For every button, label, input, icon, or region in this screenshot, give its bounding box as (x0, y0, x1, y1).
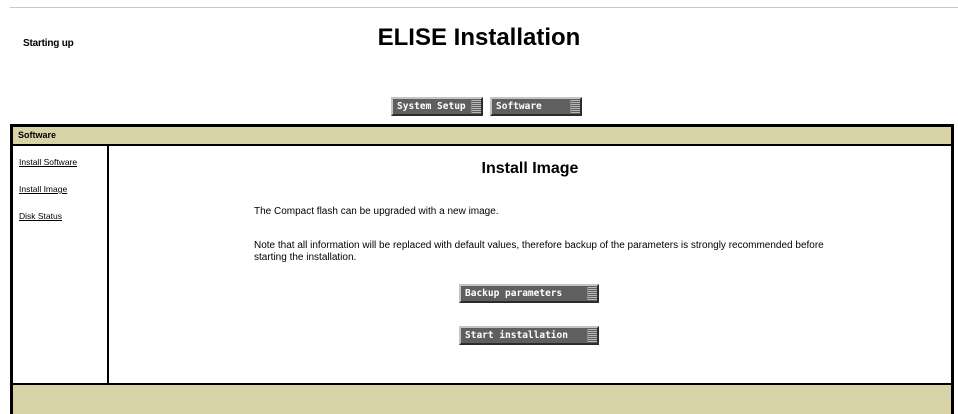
button-grip-icon (570, 100, 580, 113)
software-panel: Software Install Software Install Image … (10, 124, 954, 414)
sidebar-item-install-image[interactable]: Install Image (19, 184, 107, 194)
main-content: Install Image The Compact flash can be u… (109, 146, 951, 383)
section-title: Software (13, 127, 951, 146)
backup-warning: Note that all information will be replac… (254, 240, 824, 263)
button-grip-icon (587, 287, 597, 300)
sidebar-item-disk-status[interactable]: Disk Status (19, 211, 107, 221)
button-grip-icon (587, 329, 597, 342)
software-button-label: Software (496, 101, 542, 112)
button-grip-icon (471, 100, 481, 113)
start-installation-button[interactable]: Start installation (459, 326, 599, 345)
software-button[interactable]: Software (490, 97, 582, 116)
sidebar-item-install-software[interactable]: Install Software (19, 157, 107, 167)
system-setup-button-label: System Setup (397, 101, 466, 112)
backup-parameters-label: Backup parameters (465, 288, 563, 299)
sidebar: Install Software Install Image Disk Stat… (13, 146, 109, 383)
panel-body: Install Software Install Image Disk Stat… (13, 146, 951, 385)
system-setup-button[interactable]: System Setup (391, 97, 483, 116)
content-heading: Install Image (481, 160, 579, 177)
page-title: ELISE Installation (377, 24, 581, 51)
backup-parameters-button[interactable]: Backup parameters (459, 284, 599, 303)
top-navigation: System Setup Software (391, 97, 582, 116)
upgrade-description: The Compact flash can be upgraded with a… (254, 206, 499, 217)
start-installation-label: Start installation (465, 330, 568, 341)
top-divider (10, 7, 958, 8)
